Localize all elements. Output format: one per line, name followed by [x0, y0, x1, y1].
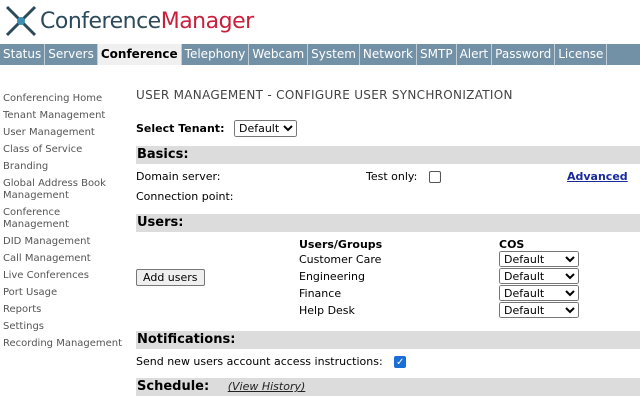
tab-system[interactable]: System: [308, 44, 360, 65]
sidebar-item[interactable]: Call Management: [3, 253, 128, 265]
groups-column-header: Users/Groups: [299, 238, 383, 251]
logo-text-accent: Manager: [160, 8, 254, 34]
send-instructions-label: Send new users account access instructio…: [136, 355, 383, 368]
tab-conference[interactable]: Conference: [97, 44, 182, 65]
advanced-link[interactable]: Advanced: [567, 170, 628, 183]
tab-smtp[interactable]: SMTP: [417, 44, 457, 65]
view-history-link[interactable]: (View History): [228, 380, 306, 393]
page-title: USER MANAGEMENT - CONFIGURE USER SYNCHRO…: [136, 88, 513, 102]
group-name: Finance: [299, 287, 342, 300]
cos-select[interactable]: Default: [499, 268, 579, 284]
schedule-heading: Schedule:: [137, 379, 210, 394]
sidebar-item[interactable]: DID Management: [3, 236, 128, 248]
domain-server-label: Domain server:: [136, 170, 221, 183]
connection-point-label: Connection point:: [136, 190, 234, 203]
tab-password[interactable]: Password: [492, 44, 556, 65]
notifications-heading: Notifications:: [136, 331, 640, 349]
logo-text: Conference: [40, 8, 161, 34]
add-users-button[interactable]: Add users: [136, 269, 205, 286]
tab-servers[interactable]: Servers: [45, 44, 98, 65]
sidebar-item[interactable]: Branding: [3, 161, 128, 173]
sidebar-item[interactable]: Conferencing Home: [3, 93, 128, 105]
main-content: USER MANAGEMENT - CONFIGURE USER SYNCHRO…: [136, 88, 640, 396]
tab-alert[interactable]: Alert: [457, 44, 493, 65]
cos-select[interactable]: Default: [499, 285, 579, 301]
sidebar-item[interactable]: Class of Service: [3, 144, 128, 156]
sidebar-item[interactable]: Recording Management: [3, 338, 128, 350]
cos-select[interactable]: Default: [499, 251, 579, 267]
tab-webcam[interactable]: Webcam: [249, 44, 309, 65]
send-instructions-checkbox[interactable]: ✓: [394, 356, 407, 368]
sidebar-item[interactable]: Port Usage: [3, 287, 128, 299]
sidebar-item[interactable]: Live Conferences: [3, 270, 128, 282]
sidebar-item[interactable]: Tenant Management: [3, 110, 128, 122]
test-only-checkbox[interactable]: [428, 171, 441, 183]
users-heading: Users:: [136, 214, 640, 232]
logo: ConferenceManager: [4, 4, 254, 38]
sidebar-item[interactable]: Settings: [3, 321, 128, 333]
basics-heading: Basics:: [136, 146, 640, 164]
tenant-label: Select Tenant:: [136, 122, 225, 135]
group-name: Help Desk: [299, 304, 355, 317]
tab-telephony[interactable]: Telephony: [182, 44, 250, 65]
cos-column-header: COS: [499, 238, 525, 251]
tab-license[interactable]: License: [555, 44, 608, 65]
sidebar-item[interactable]: Conference Management: [3, 207, 128, 231]
main-nav: Status Servers Conference Telephony Webc…: [0, 44, 640, 65]
sidebar: Conferencing Home Tenant Management User…: [3, 93, 128, 355]
tab-network[interactable]: Network: [360, 44, 418, 65]
group-name: Customer Care: [299, 253, 382, 266]
tab-status[interactable]: Status: [0, 44, 46, 65]
sidebar-item[interactable]: Reports: [3, 304, 128, 316]
sidebar-item[interactable]: Global Address Book Management: [3, 178, 128, 202]
logo-x-icon: [5, 5, 37, 37]
cos-select[interactable]: Default: [499, 302, 579, 318]
group-name: Engineering: [299, 270, 365, 283]
tenant-select[interactable]: Default: [233, 120, 297, 137]
sidebar-item[interactable]: User Management: [3, 127, 128, 139]
test-only-label: Test only:: [366, 170, 418, 183]
